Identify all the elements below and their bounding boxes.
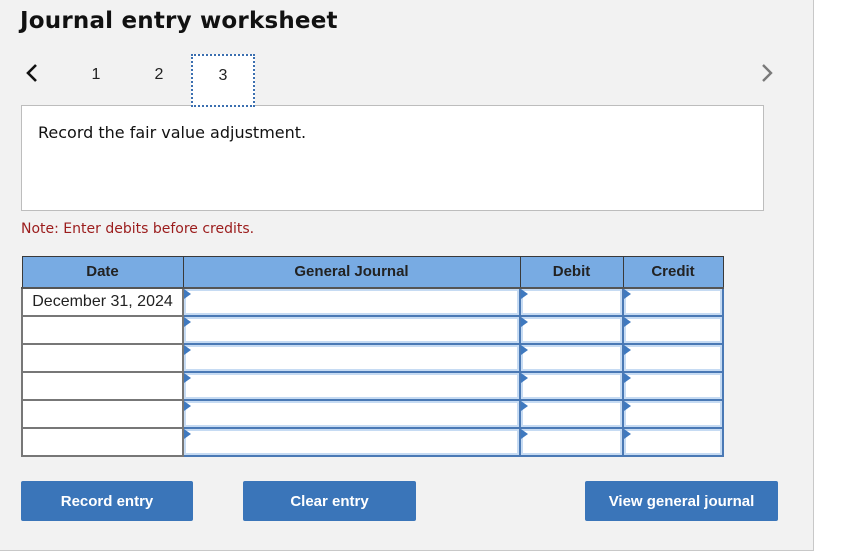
- date-cell: [21, 371, 184, 401]
- credit-input[interactable]: [624, 428, 722, 455]
- tab-3-active[interactable]: 3: [191, 54, 255, 107]
- table-row: [21, 314, 724, 345]
- table-row: [21, 426, 724, 457]
- account-cell[interactable]: [182, 426, 521, 457]
- debit-cell[interactable]: [519, 342, 624, 373]
- table-header-row: Date General Journal Debit Credit: [21, 256, 724, 289]
- dropdown-marker-icon: [184, 428, 191, 439]
- credit-input[interactable]: [624, 372, 722, 399]
- dropdown-marker-icon: [521, 400, 528, 411]
- tab-2[interactable]: 2: [127, 55, 191, 105]
- column-header-general-journal: General Journal: [182, 256, 521, 289]
- account-cell[interactable]: [182, 398, 521, 429]
- date-cell: [21, 343, 184, 373]
- table-row: [21, 370, 724, 401]
- account-cell[interactable]: [182, 370, 521, 401]
- dropdown-marker-icon: [184, 372, 191, 383]
- instruction-box: Record the fair value adjustment.: [21, 105, 764, 211]
- table-row: [21, 398, 724, 429]
- view-general-journal-button[interactable]: View general journal: [585, 481, 778, 521]
- credit-input[interactable]: [624, 400, 722, 427]
- account-cell[interactable]: [182, 314, 521, 345]
- dropdown-marker-icon: [624, 400, 631, 411]
- dropdown-marker-icon: [521, 344, 528, 355]
- date-cell: [21, 427, 184, 457]
- debit-input[interactable]: [521, 400, 622, 427]
- note-text: Note: Enter debits before credits.: [21, 221, 255, 237]
- account-cell[interactable]: [182, 286, 521, 317]
- worksheet-panel: Journal entry worksheet 1 2 3 Record the…: [0, 0, 814, 551]
- dropdown-marker-icon: [184, 316, 191, 327]
- account-input[interactable]: [184, 344, 519, 371]
- table-row: December 31, 2024: [21, 286, 724, 317]
- account-input[interactable]: [184, 316, 519, 343]
- previous-button[interactable]: [23, 60, 41, 86]
- debit-cell[interactable]: [519, 286, 624, 317]
- date-cell: [21, 315, 184, 345]
- dropdown-marker-icon: [521, 428, 528, 439]
- instruction-text: Record the fair value adjustment.: [38, 123, 307, 142]
- tab-1[interactable]: 1: [64, 55, 128, 105]
- debit-cell[interactable]: [519, 314, 624, 345]
- account-input[interactable]: [184, 288, 519, 315]
- credit-input[interactable]: [624, 316, 722, 343]
- credit-cell[interactable]: [622, 398, 724, 429]
- column-header-debit: Debit: [519, 256, 624, 289]
- account-input[interactable]: [184, 400, 519, 427]
- dropdown-marker-icon: [624, 316, 631, 327]
- date-cell: [21, 399, 184, 429]
- dropdown-marker-icon: [521, 316, 528, 327]
- debit-input[interactable]: [521, 288, 622, 315]
- page-title: Journal entry worksheet: [20, 8, 338, 34]
- credit-cell[interactable]: [622, 370, 724, 401]
- debit-input[interactable]: [521, 428, 622, 455]
- account-cell[interactable]: [182, 342, 521, 373]
- credit-input[interactable]: [624, 344, 722, 371]
- credit-input[interactable]: [624, 288, 722, 315]
- debit-cell[interactable]: [519, 426, 624, 457]
- debit-input[interactable]: [521, 316, 622, 343]
- dropdown-marker-icon: [624, 428, 631, 439]
- debit-input[interactable]: [521, 372, 622, 399]
- credit-cell[interactable]: [622, 286, 724, 317]
- credit-cell[interactable]: [622, 342, 724, 373]
- column-header-credit: Credit: [622, 256, 724, 289]
- next-button[interactable]: [758, 60, 776, 86]
- dropdown-marker-icon: [184, 344, 191, 355]
- debit-input[interactable]: [521, 344, 622, 371]
- debit-cell[interactable]: [519, 398, 624, 429]
- dropdown-marker-icon: [624, 288, 631, 299]
- dropdown-marker-icon: [624, 372, 631, 383]
- column-header-date: Date: [21, 256, 184, 289]
- journal-table: Date General Journal Debit Credit Decemb…: [21, 256, 724, 457]
- credit-cell[interactable]: [622, 314, 724, 345]
- chevron-right-icon: [762, 64, 773, 82]
- dropdown-marker-icon: [184, 400, 191, 411]
- dropdown-marker-icon: [521, 372, 528, 383]
- debit-cell[interactable]: [519, 370, 624, 401]
- record-entry-button[interactable]: Record entry: [21, 481, 193, 521]
- chevron-left-icon: [26, 64, 37, 82]
- dropdown-marker-icon: [184, 288, 191, 299]
- account-input[interactable]: [184, 428, 519, 455]
- account-input[interactable]: [184, 372, 519, 399]
- dropdown-marker-icon: [624, 344, 631, 355]
- date-cell: December 31, 2024: [21, 287, 184, 317]
- credit-cell[interactable]: [622, 426, 724, 457]
- table-row: [21, 342, 724, 373]
- clear-entry-button[interactable]: Clear entry: [243, 481, 416, 521]
- dropdown-marker-icon: [521, 288, 528, 299]
